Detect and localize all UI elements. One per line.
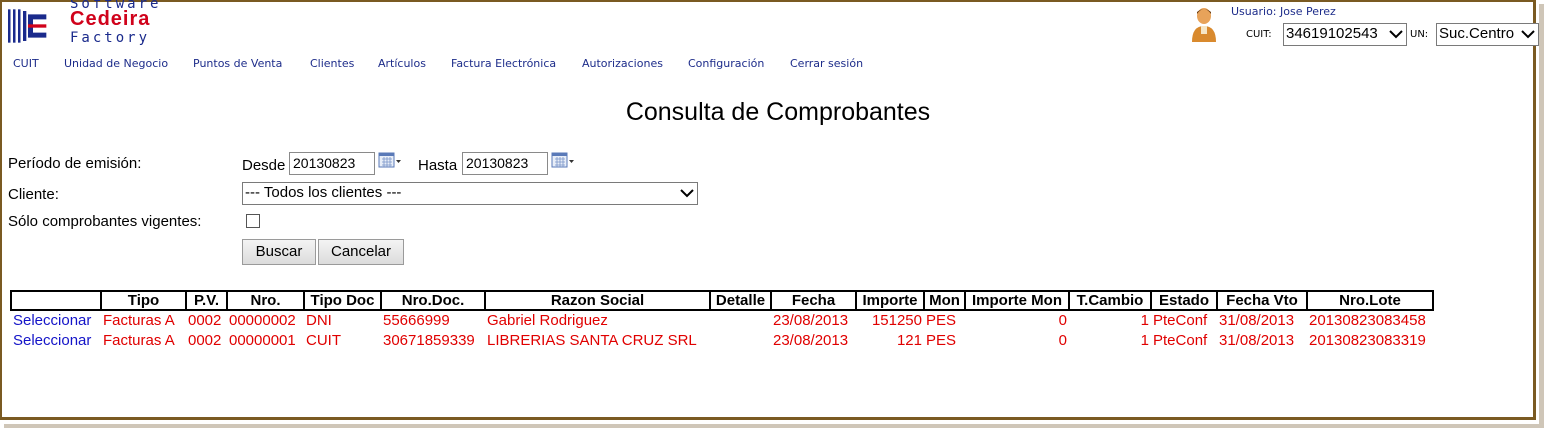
cell-fecha: 23/08/2013 xyxy=(773,332,849,349)
cell-importe: 151250 xyxy=(871,312,922,329)
col-header-importe: Importe xyxy=(855,290,925,311)
menu-item-puntos-de-venta[interactable]: Puntos de Venta xyxy=(193,57,282,70)
cliente-select[interactable]: --- Todos los clientes --- xyxy=(242,182,698,205)
col-header-fecha-vto: Fecha Vto xyxy=(1216,290,1308,311)
cell-razon-social: Gabriel Rodriguez xyxy=(487,312,608,329)
chevron-down-icon xyxy=(680,189,694,198)
col-header-nro-doc: Nro.Doc. xyxy=(380,290,486,311)
chevron-down-icon xyxy=(1389,30,1403,39)
logo-icon xyxy=(8,9,47,43)
cell-tipo-doc: DNI xyxy=(306,312,332,329)
cell-nro-lote: 20130823083458 xyxy=(1309,312,1426,329)
cell-razon-social: LIBRERIAS SANTA CRUZ SRL xyxy=(487,332,697,349)
cell-fecha-vto: 31/08/2013 xyxy=(1219,332,1295,349)
cuit-selector-label: CUIT: xyxy=(1246,29,1272,40)
cliente-select-value: --- Todos los clientes --- xyxy=(245,184,402,201)
cancelar-button[interactable]: Cancelar xyxy=(318,239,404,265)
desde-label: Desde xyxy=(242,157,286,174)
cell-mon: PES xyxy=(926,332,957,349)
hasta-input[interactable]: 20130823 xyxy=(462,152,548,175)
periodo-label: Período de emisión: xyxy=(8,155,142,172)
cell-nro-doc: 30671859339 xyxy=(383,332,475,349)
cell-tipo: Facturas A xyxy=(103,312,175,329)
col-header-razon-social: Razon Social xyxy=(484,290,711,311)
company-logo[interactable]: Software Cedeira Factory xyxy=(8,0,168,48)
buscar-button[interactable]: Buscar xyxy=(242,239,316,265)
frame-shadow-right xyxy=(1539,4,1544,428)
col-header-tipo: Tipo xyxy=(100,290,187,311)
col-header-fecha: Fecha xyxy=(770,290,857,311)
calendar-icon-hasta[interactable] xyxy=(551,151,575,171)
select-link[interactable]: Seleccionar xyxy=(11,331,101,351)
menu-item-clientes[interactable]: Clientes xyxy=(310,57,354,70)
logo-text-factory: Factory xyxy=(70,30,151,46)
menu-item-autorizaciones[interactable]: Autorizaciones xyxy=(582,57,663,70)
menu-item-configuracion[interactable]: Configuración xyxy=(688,57,764,70)
user-name-label: Usuario: Jose Perez xyxy=(1231,5,1336,18)
cell-detalle xyxy=(710,331,771,351)
col-header-select xyxy=(10,290,102,311)
comprobantes-table: Tipo P.V. Nro. Tipo Doc Nro.Doc. Razon S… xyxy=(10,290,1434,351)
cell-nro-doc: 55666999 xyxy=(383,312,450,329)
cell-t-cambio: 1 xyxy=(1140,332,1149,349)
vigentes-checkbox[interactable] xyxy=(246,214,260,228)
cell-importe: 121 xyxy=(896,332,922,349)
cell-importe-mon: 0 xyxy=(1058,332,1067,349)
calendar-icon-desde[interactable] xyxy=(378,151,402,171)
cell-importe-mon: 0 xyxy=(1058,312,1067,329)
cell-detalle xyxy=(710,310,771,331)
col-header-importe-mon: Importe Mon xyxy=(964,290,1070,311)
chevron-down-icon xyxy=(1521,30,1535,39)
col-header-nro: Nro. xyxy=(226,290,305,311)
col-header-pv: P.V. xyxy=(185,290,228,311)
cell-t-cambio: 1 xyxy=(1140,312,1149,329)
page-title: Consulta de Comprobantes xyxy=(625,98,931,126)
frame-shadow-bottom xyxy=(4,424,1544,428)
un-selector-label: UN: xyxy=(1410,29,1429,40)
col-header-t-cambio: T.Cambio xyxy=(1068,290,1152,311)
col-header-mon: Mon xyxy=(923,290,966,311)
cuit-select-value: 34619102543 xyxy=(1286,25,1378,42)
table-row: Seleccionar Facturas A 0002 00000002 DNI… xyxy=(11,310,1433,331)
cell-estado: PteConf xyxy=(1153,332,1208,349)
menu-item-unidad-de-negocio[interactable]: Unidad de Negocio xyxy=(64,57,168,70)
col-header-tipo-doc: Tipo Doc xyxy=(303,290,382,311)
cell-nro: 00000001 xyxy=(229,332,296,349)
menu-item-factura-electronica[interactable]: Factura Electrónica xyxy=(451,57,556,70)
hasta-label: Hasta xyxy=(418,157,458,174)
cell-nro: 00000002 xyxy=(229,312,296,329)
cuit-select[interactable]: 34619102543 xyxy=(1283,23,1407,46)
user-avatar-icon xyxy=(1192,8,1216,42)
cliente-label: Cliente: xyxy=(8,186,59,203)
col-header-estado: Estado xyxy=(1150,290,1218,311)
logo-text-cedeira: Cedeira xyxy=(70,8,151,30)
cell-pv: 0002 xyxy=(188,312,222,329)
col-header-detalle: Detalle xyxy=(709,290,772,311)
table-row: Seleccionar Facturas A 0002 00000001 CUI… xyxy=(11,331,1433,351)
cell-pv: 0002 xyxy=(188,332,222,349)
col-header-nro-lote: Nro.Lote xyxy=(1306,290,1434,311)
select-link[interactable]: Seleccionar xyxy=(11,310,101,331)
menu-item-articulos[interactable]: Artículos xyxy=(378,57,426,70)
vigentes-label: Sólo comprobantes vigentes: xyxy=(8,213,202,230)
cell-tipo: Facturas A xyxy=(103,332,175,349)
cell-mon: PES xyxy=(926,312,957,329)
cell-fecha-vto: 31/08/2013 xyxy=(1219,312,1295,329)
desde-input[interactable]: 20130823 xyxy=(289,152,375,175)
cell-fecha: 23/08/2013 xyxy=(773,312,849,329)
un-select-value: Suc.Centro xyxy=(1439,25,1515,42)
menu-item-cuit[interactable]: CUIT xyxy=(13,57,39,70)
cell-nro-lote: 20130823083319 xyxy=(1309,332,1426,349)
table-header-row: Tipo P.V. Nro. Tipo Doc Nro.Doc. Razon S… xyxy=(10,290,1434,311)
un-select[interactable]: Suc.Centro xyxy=(1436,23,1539,46)
cell-estado: PteConf xyxy=(1153,312,1208,329)
cell-tipo-doc: CUIT xyxy=(306,332,341,349)
window-frame: Software Cedeira Factory CUIT Unidad de … xyxy=(0,0,1539,420)
menu-item-cerrar-sesion[interactable]: Cerrar sesión xyxy=(790,57,863,70)
